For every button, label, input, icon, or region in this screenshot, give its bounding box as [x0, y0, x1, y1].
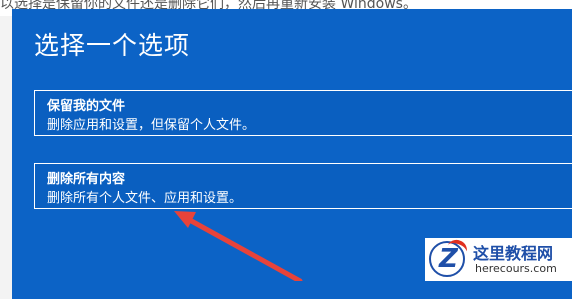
dialog-title: 选择一个选项	[34, 31, 191, 60]
background-instruction-text: 以选择是保留你的文件还是删除它们，然后再重新安装 Windows。	[0, 0, 417, 9]
watermark-site-name: 这里教程网	[473, 244, 554, 263]
watermark-domain: herecours.com	[475, 262, 557, 275]
option-description: 删除应用和设置，但保留个人文件。	[47, 118, 256, 133]
option-title: 保留我的文件	[47, 99, 126, 114]
site-logo-icon: Z	[429, 237, 470, 277]
remove-everything-option[interactable]: 删除所有内容 删除所有个人文件、应用和设置。	[34, 163, 572, 209]
option-title: 删除所有内容	[47, 172, 126, 187]
keep-my-files-option[interactable]: 保留我的文件 删除应用和设置，但保留个人文件。	[34, 90, 572, 136]
option-description: 删除所有个人文件、应用和设置。	[47, 191, 243, 206]
site-watermark: Z 这里教程网 herecours.com	[425, 237, 572, 281]
